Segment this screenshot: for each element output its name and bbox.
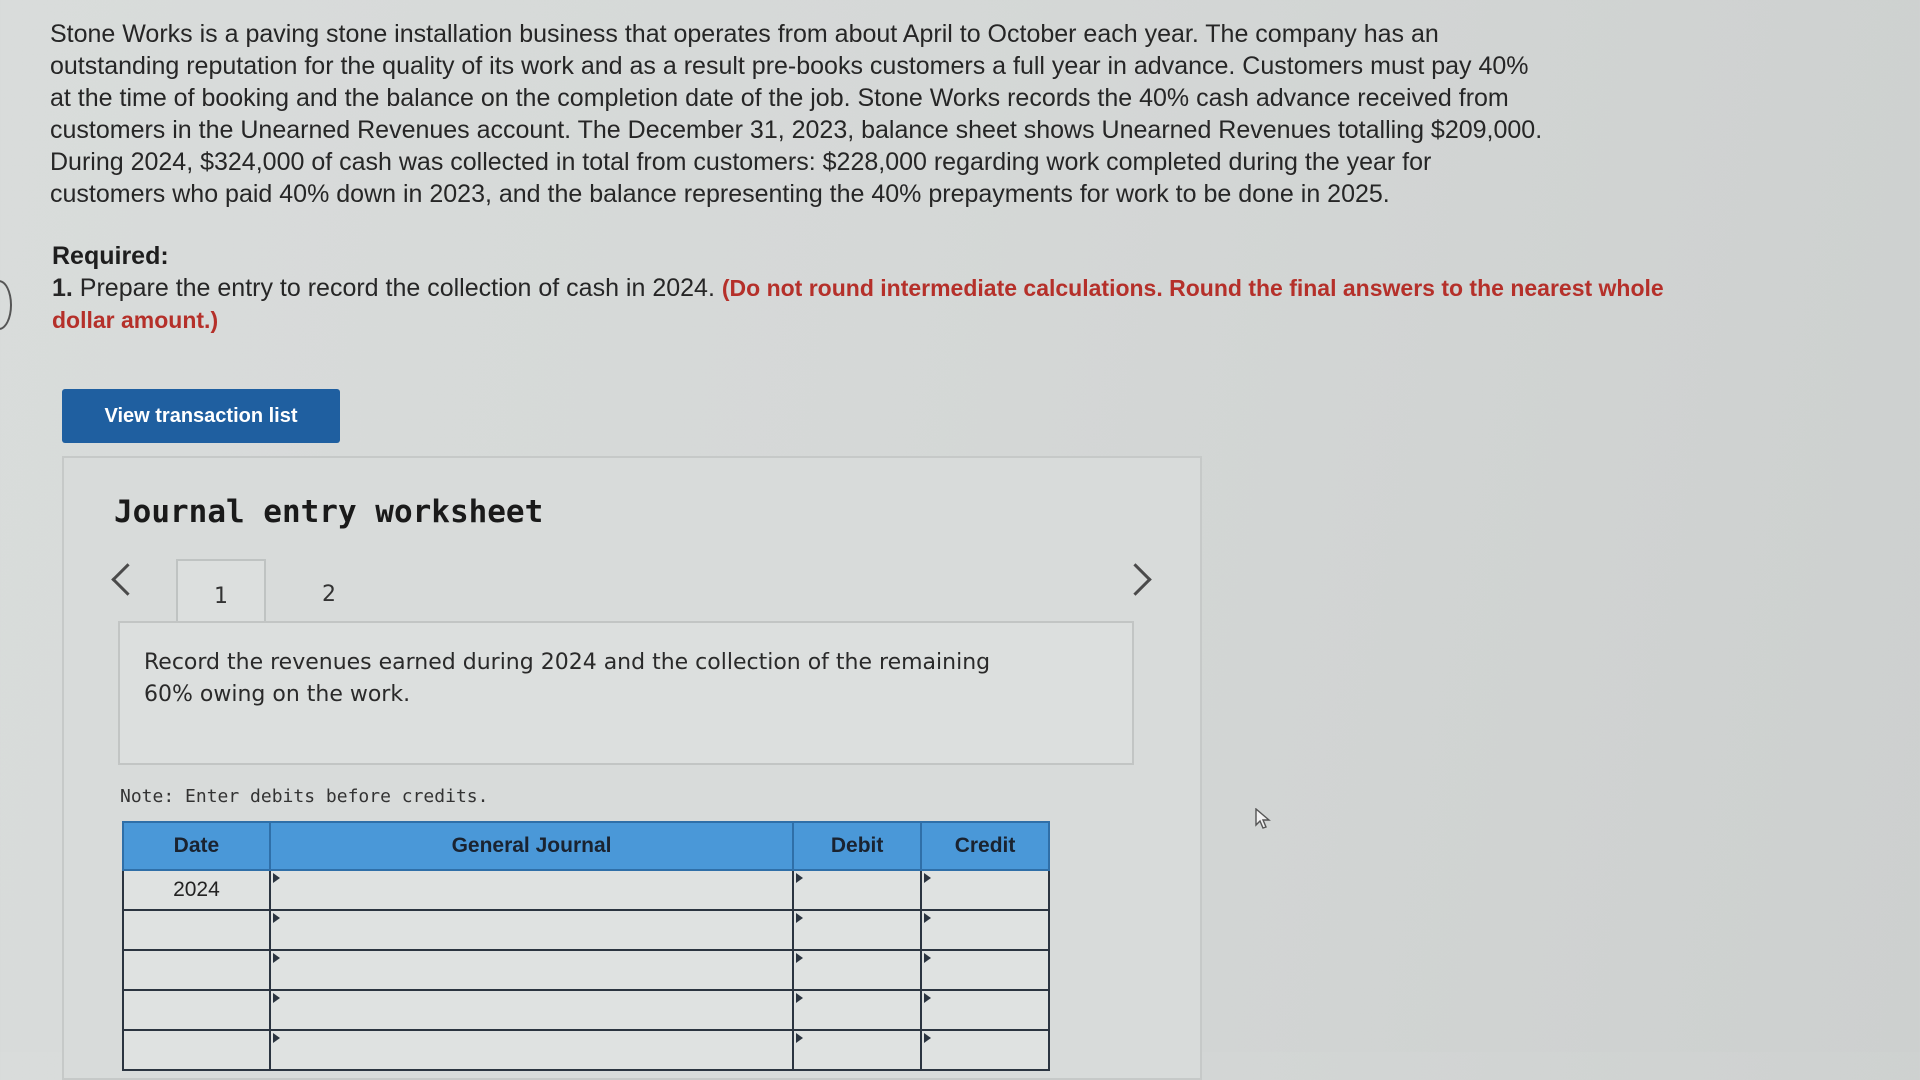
- header-credit: Credit: [920, 821, 1050, 871]
- view-transaction-list-button[interactable]: View transaction list: [62, 389, 340, 443]
- dropdown-marker-icon: [924, 993, 932, 1003]
- tab-2[interactable]: 2: [286, 559, 372, 629]
- required-heading: Required:: [52, 242, 169, 270]
- dropdown-marker-icon: [796, 873, 804, 883]
- credit-cell[interactable]: [920, 1029, 1050, 1071]
- account-cell[interactable]: [268, 1029, 795, 1071]
- date-cell[interactable]: 2024: [122, 869, 271, 911]
- debit-cell[interactable]: [792, 1029, 923, 1071]
- worksheet-title: Journal entry worksheet: [114, 494, 544, 530]
- dropdown-marker-icon: [924, 913, 932, 923]
- dropdown-marker-icon: [272, 1033, 280, 1043]
- dropdown-marker-icon: [796, 993, 804, 1003]
- credit-cell[interactable]: [920, 909, 1050, 951]
- dropdown-marker-icon: [272, 913, 280, 923]
- account-cell[interactable]: [268, 949, 795, 991]
- header-debit: Debit: [792, 821, 923, 871]
- dropdown-marker-icon: [796, 953, 804, 963]
- dropdown-marker-icon: [924, 1033, 932, 1043]
- left-edge-bracket: [0, 280, 12, 330]
- dropdown-marker-icon: [272, 873, 280, 883]
- date-cell[interactable]: [122, 949, 271, 991]
- mouse-pointer-icon: [1255, 808, 1271, 829]
- journal-entry-worksheet: Journal entry worksheet 1 2 Record the r…: [62, 456, 1202, 1080]
- credit-cell[interactable]: [920, 869, 1050, 911]
- problem-line: at the time of booking and the balance o…: [50, 84, 1509, 112]
- dropdown-marker-icon: [796, 1033, 804, 1043]
- table-row: [122, 1029, 1050, 1071]
- problem-line: customers who paid 40% down in 2023, and…: [50, 180, 1390, 208]
- entry-description-box: Record the revenues earned during 2024 a…: [118, 621, 1134, 765]
- credit-cell[interactable]: [920, 989, 1050, 1031]
- dropdown-marker-icon: [272, 993, 280, 1003]
- chevron-left-icon[interactable]: [111, 563, 144, 596]
- dropdown-marker-icon: [272, 953, 280, 963]
- account-cell[interactable]: [268, 989, 795, 1031]
- header-date: Date: [122, 821, 271, 871]
- entry-description: Record the revenues earned during 2024 a…: [144, 650, 991, 707]
- table-row: [122, 909, 1050, 951]
- note-text: Note: Enter debits before credits.: [120, 786, 489, 807]
- table-row: 2024: [122, 869, 1050, 911]
- problem-line: During 2024, $324,000 of cash was collec…: [50, 148, 1432, 176]
- requirement-number: 1.: [52, 274, 73, 302]
- credit-cell[interactable]: [920, 949, 1050, 991]
- account-cell[interactable]: [268, 909, 795, 951]
- date-cell[interactable]: [122, 909, 271, 951]
- journal-table: Date General Journal Debit Credit 2024: [122, 821, 1050, 1071]
- requirement-1: 1. Prepare the entry to record the colle…: [52, 272, 1672, 336]
- debit-cell[interactable]: [792, 949, 923, 991]
- table-row: [122, 949, 1050, 991]
- date-cell[interactable]: [122, 989, 271, 1031]
- dropdown-marker-icon: [796, 913, 804, 923]
- dropdown-marker-icon: [924, 953, 932, 963]
- problem-text: Stone Works is a paving stone installati…: [50, 18, 1670, 210]
- chevron-right-icon[interactable]: [1119, 563, 1152, 596]
- table-row: [122, 989, 1050, 1031]
- debit-cell[interactable]: [792, 909, 923, 951]
- header-general-journal: General Journal: [268, 821, 795, 871]
- dropdown-marker-icon: [924, 873, 932, 883]
- problem-line: Stone Works is a paving stone installati…: [50, 20, 1439, 48]
- problem-line: customers in the Unearned Revenues accou…: [50, 116, 1543, 144]
- debit-cell[interactable]: [792, 869, 923, 911]
- problem-line: outstanding reputation for the quality o…: [50, 52, 1529, 80]
- debit-cell[interactable]: [792, 989, 923, 1031]
- account-cell[interactable]: [268, 869, 795, 911]
- requirement-text: Prepare the entry to record the collecti…: [72, 274, 722, 302]
- date-cell[interactable]: [122, 1029, 271, 1071]
